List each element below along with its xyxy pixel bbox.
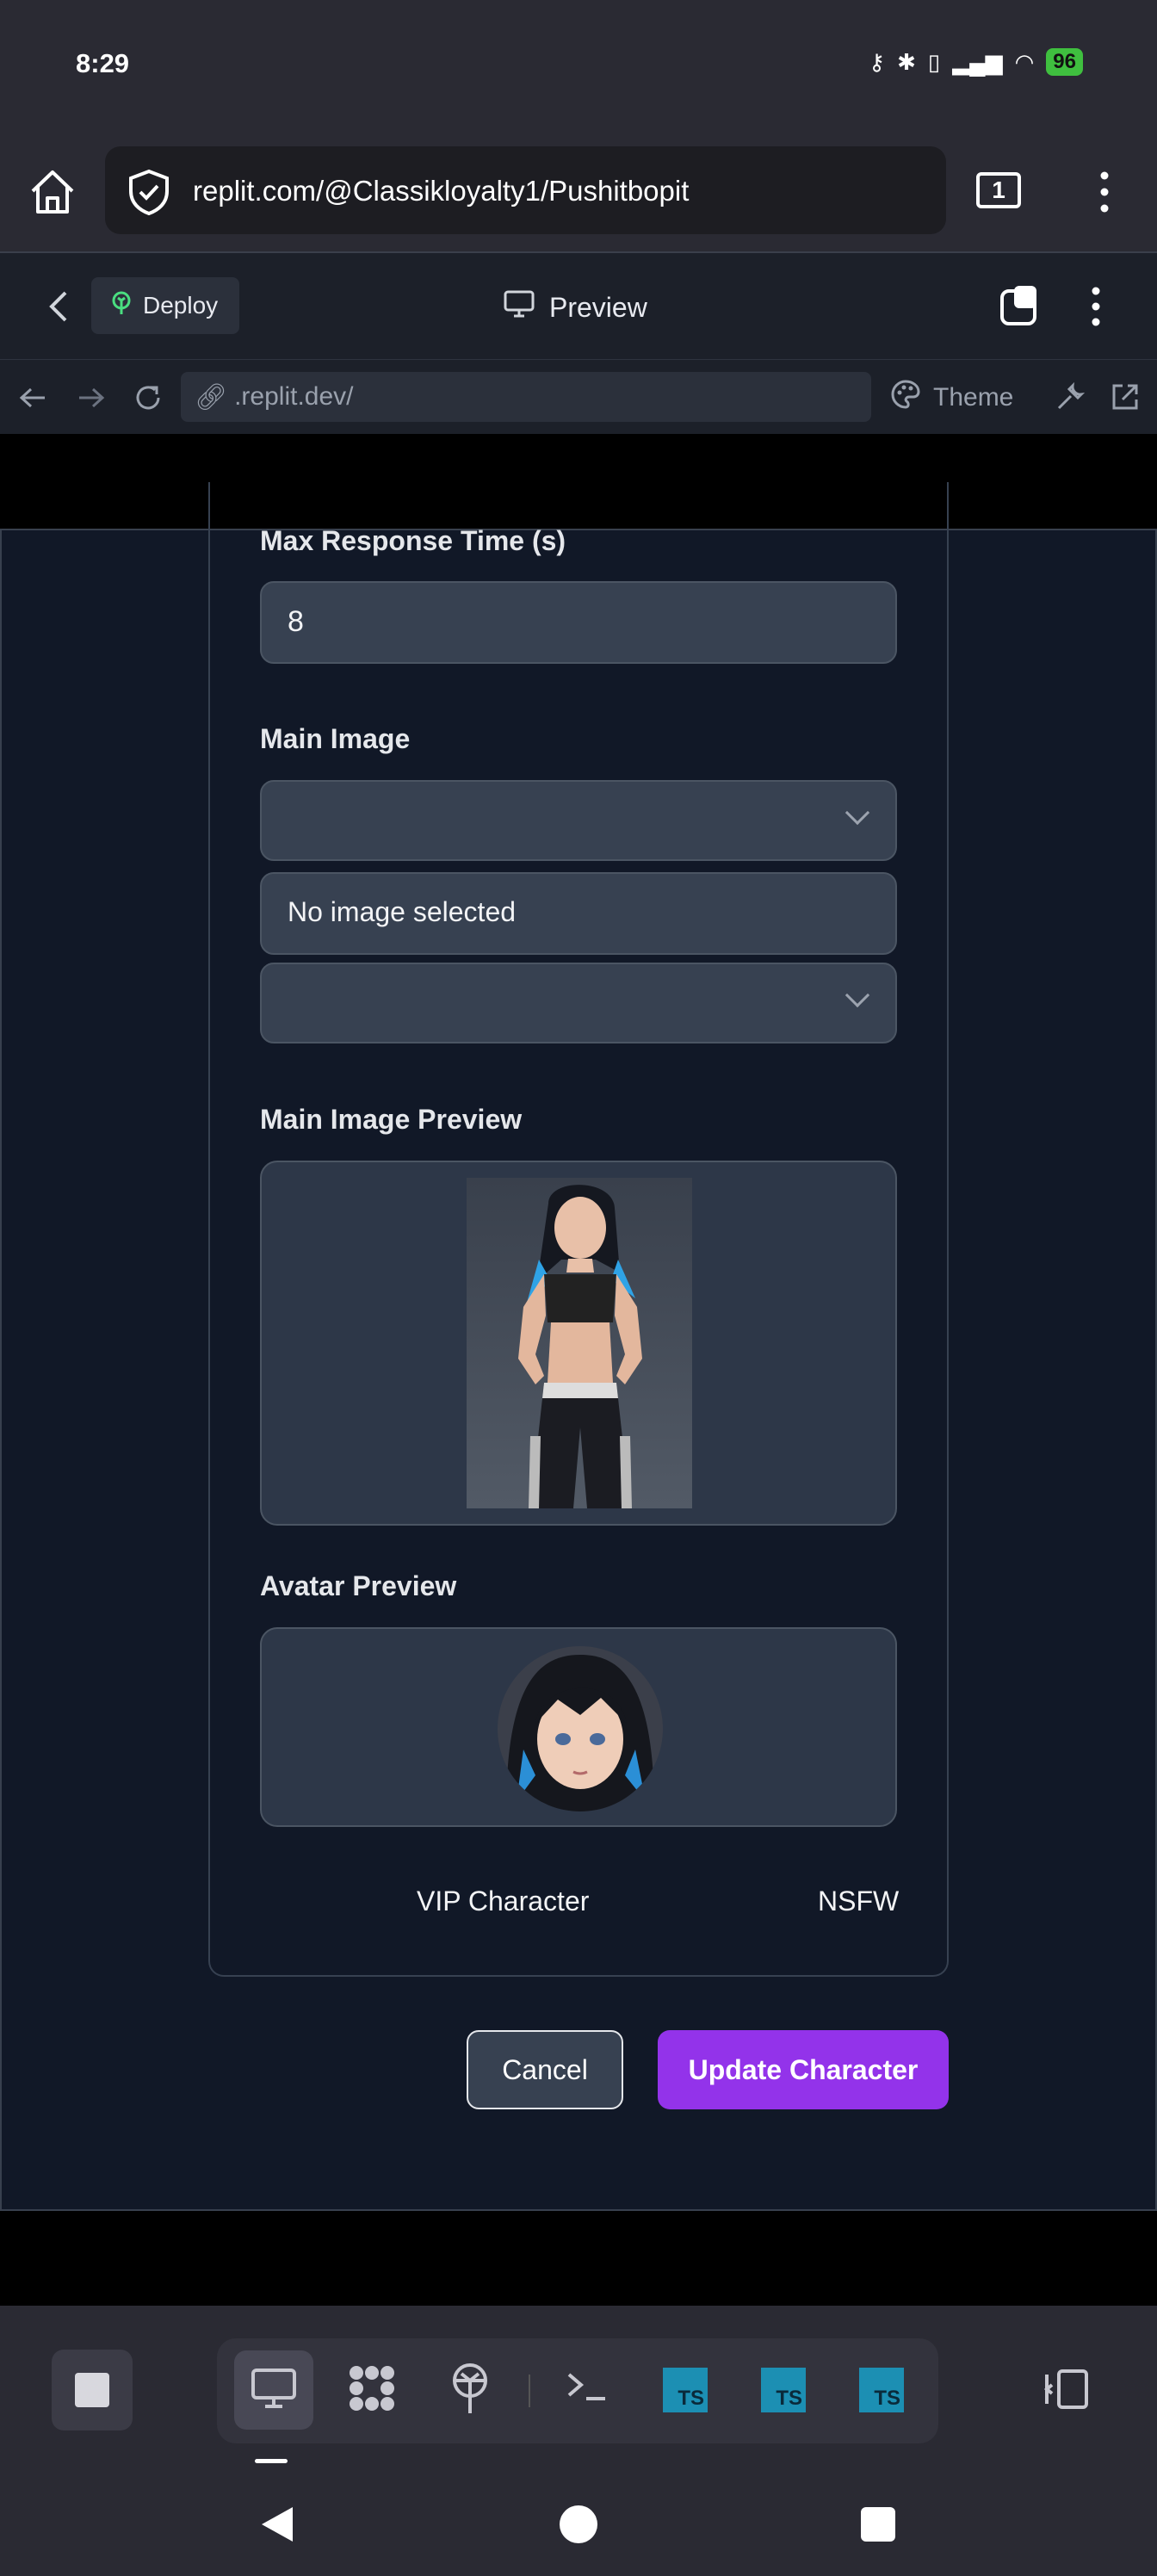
update-character-button[interactable]: Update Character	[658, 2030, 949, 2109]
preview-url-field[interactable]: 🔗︎ .replit.dev/	[181, 372, 871, 422]
devtools-wrench-icon[interactable]	[1054, 381, 1086, 413]
open-new-tab-icon[interactable]	[1109, 381, 1142, 413]
max-response-value: 8	[288, 605, 304, 638]
tabs-stack-icon[interactable]	[999, 282, 1042, 327]
battery-indicator: 96	[1046, 48, 1083, 76]
browser-menu-icon[interactable]	[1092, 169, 1117, 215]
avatar-preview-box	[260, 1627, 897, 1827]
bluetooth-icon: ✱	[897, 48, 916, 75]
theme-label: Theme	[933, 383, 1014, 412]
ts-file-tab-1[interactable]: TS	[646, 2350, 725, 2430]
wifi-icon: ◠	[1014, 48, 1035, 75]
tab-switcher-button[interactable]: 1	[976, 172, 1021, 208]
chevron-down-icon	[845, 800, 870, 826]
reload-icon[interactable]	[131, 381, 165, 415]
back-chevron-icon[interactable]	[43, 288, 74, 325]
monitor-icon	[503, 289, 535, 325]
workspace-tool-group: TS TS TS	[217, 2338, 938, 2443]
status-clock: 8:29	[76, 48, 130, 78]
avatar	[498, 1646, 663, 1811]
active-tool-indicator	[255, 2459, 288, 2463]
monitor-icon	[250, 2367, 298, 2414]
cancel-button[interactable]: Cancel	[467, 2030, 623, 2109]
deploy-label: Deploy	[143, 292, 219, 319]
ts-file-tab-2[interactable]: TS	[744, 2350, 823, 2430]
preview-url-text: .replit.dev/	[234, 382, 354, 411]
main-image-select[interactable]	[260, 780, 897, 861]
avatar-preview-label: Avatar Preview	[260, 1570, 457, 1601]
typescript-file-icon: TS	[859, 2368, 904, 2412]
main-image-label: Main Image	[260, 723, 411, 754]
ts-file-tab-3[interactable]: TS	[842, 2350, 921, 2430]
main-image-preview	[467, 1178, 692, 1508]
deploy-icon	[449, 2362, 492, 2419]
vip-character-toggle[interactable]: VIP Character	[417, 1886, 589, 1917]
nav-back-icon[interactable]	[15, 382, 50, 413]
nsfw-toggle[interactable]: NSFW	[818, 1886, 899, 1917]
home-icon[interactable]	[26, 165, 79, 219]
theme-button[interactable]: Theme	[890, 379, 1013, 417]
max-response-label: Max Response Time (s)	[260, 525, 566, 556]
system-recents-icon[interactable]	[861, 2507, 895, 2542]
terminal-icon	[566, 2369, 609, 2412]
apps-grid-icon	[346, 2362, 398, 2418]
tool-divider	[529, 2375, 530, 2407]
status-icons: ⚷ ✱ ▯ ▂▄▆ ◠ 96	[869, 48, 1083, 76]
shell-tool-button[interactable]	[548, 2350, 627, 2430]
palette-icon	[890, 379, 921, 417]
avatar-image-select[interactable]	[260, 963, 897, 1043]
main-image-preview-box	[260, 1161, 897, 1526]
link-icon: 🔗︎	[195, 382, 228, 412]
typescript-file-icon: TS	[663, 2368, 708, 2412]
deploy-button[interactable]: Deploy	[91, 277, 239, 334]
vibrate-icon: ▯	[927, 48, 941, 75]
deploy-icon	[110, 291, 133, 321]
address-text[interactable]: replit.com/@Classikloyalty1/Pushitbopit	[193, 175, 689, 207]
preview-bottom-band	[0, 2211, 1157, 2306]
image-status-field: No image selected	[260, 872, 897, 955]
typescript-file-icon: TS	[761, 2368, 806, 2412]
shield-check-icon[interactable]	[127, 169, 170, 216]
packages-tool-button[interactable]	[332, 2350, 411, 2430]
deploy-tool-button[interactable]	[430, 2350, 510, 2430]
image-status-text: No image selected	[288, 896, 517, 927]
system-home-icon[interactable]	[560, 2505, 597, 2543]
preview-tool-button[interactable]	[234, 2350, 313, 2430]
chevron-down-icon	[845, 982, 870, 1008]
preview-title: Preview	[503, 289, 647, 325]
preview-title-text: Preview	[549, 291, 647, 323]
stop-button[interactable]	[52, 2350, 133, 2430]
main-image-preview-label: Main Image Preview	[260, 1104, 523, 1135]
key-icon: ⚷	[869, 48, 886, 75]
signal-icon: ▂▄▆	[952, 48, 1003, 75]
workspace-menu-icon[interactable]	[1083, 284, 1109, 329]
system-back-icon[interactable]	[258, 2504, 296, 2545]
max-response-input[interactable]: 8	[260, 581, 897, 664]
layout-panel-icon[interactable]	[1040, 2366, 1092, 2412]
nav-forward-icon[interactable]	[74, 382, 108, 413]
stop-icon	[75, 2373, 109, 2407]
